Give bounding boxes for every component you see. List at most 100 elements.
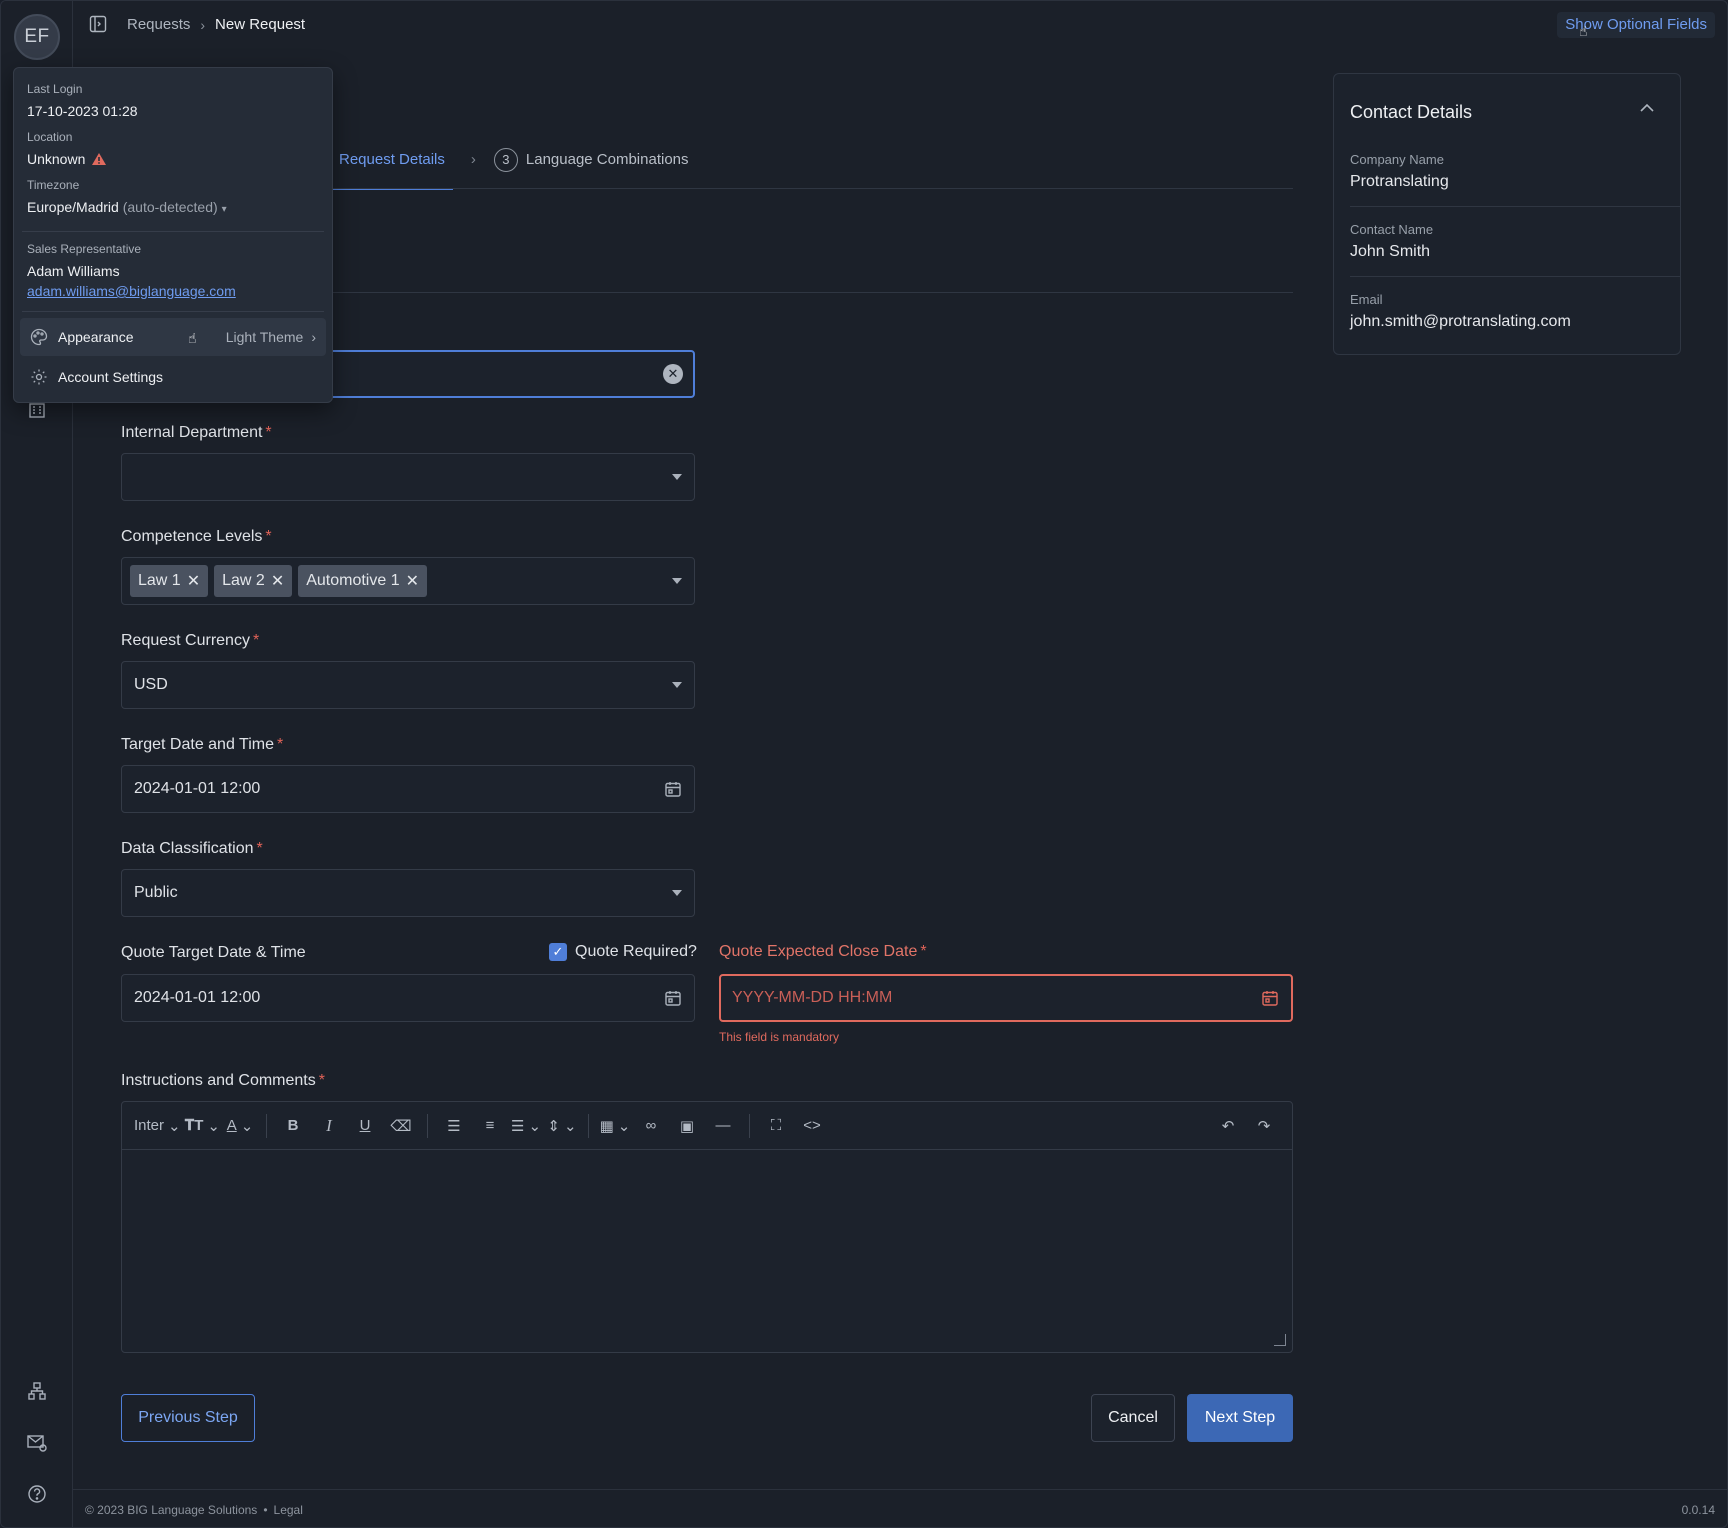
internal-department-select[interactable] (121, 453, 695, 501)
remove-tag-icon[interactable]: ✕ (187, 571, 200, 591)
tag-law-2: Law 2 ✕ (214, 565, 293, 597)
remove-tag-icon[interactable]: ✕ (406, 571, 419, 591)
remove-tag-icon[interactable]: ✕ (271, 571, 284, 591)
divider (1350, 206, 1680, 207)
align-icon[interactable]: ☰ ⌄ (510, 1111, 542, 1141)
request-currency-label: Request Currency * (121, 632, 260, 649)
image-icon[interactable]: ▣ (671, 1111, 703, 1141)
target-date-label: Target Date and Time * (121, 736, 284, 753)
italic-icon[interactable]: I (313, 1111, 345, 1141)
error-message: This field is mandatory (719, 1030, 840, 1044)
divider (22, 231, 324, 232)
step-language-combinations[interactable]: 3 Language Combinations (493, 147, 689, 172)
calendar-icon[interactable] (664, 780, 682, 798)
clear-icon[interactable]: ✕ (663, 364, 683, 384)
breadcrumb-requests[interactable]: Requests (127, 16, 190, 33)
calendar-icon[interactable] (664, 989, 682, 1007)
contact-details-card: Contact Details Company Name Protranslat… (1333, 73, 1681, 355)
sales-rep-label: Sales Representative (27, 242, 142, 256)
numbered-list-icon[interactable]: ≡ (474, 1111, 506, 1141)
chevron-down-icon: ⌄ (168, 1117, 181, 1135)
chevron-down-icon: ⌄ (207, 1117, 220, 1135)
redo-icon[interactable]: ↷ (1248, 1111, 1280, 1141)
bullet-list-icon[interactable]: ☰ (438, 1111, 470, 1141)
timezone-label: Timezone (27, 178, 80, 192)
previous-step-button[interactable]: Previous Step (121, 1394, 255, 1442)
eraser-icon[interactable]: ⌫ (385, 1111, 417, 1141)
internal-department-label: Internal Department * (121, 424, 272, 441)
legal-link[interactable]: Legal (274, 1503, 303, 1517)
email-row: Email john.smith@protranslating.com (1350, 292, 1571, 330)
quote-required-checkbox[interactable]: ✓ Quote Required? (549, 943, 697, 961)
chevron-right-icon: › (470, 151, 476, 168)
company-row: Company Name Protranslating (1350, 152, 1449, 190)
caret-down-icon: ▾ (221, 204, 227, 215)
step-request-details[interactable]: Request Details (331, 147, 453, 190)
line-height-icon[interactable]: ⇕ ⌄ (546, 1111, 578, 1141)
mail-settings-icon[interactable] (25, 1431, 49, 1455)
step-number: 3 (493, 147, 518, 172)
panel-toggle-icon[interactable] (89, 15, 107, 33)
next-step-button[interactable]: Next Step (1187, 1394, 1293, 1442)
help-icon[interactable] (25, 1482, 49, 1506)
caret-down-icon (672, 578, 682, 584)
divider (1350, 276, 1680, 277)
location-value: Unknown (27, 151, 107, 167)
resize-handle-icon[interactable] (1274, 1334, 1286, 1346)
chevron-down-icon: ⌄ (528, 1117, 542, 1135)
code-view-icon[interactable]: <> (796, 1111, 828, 1141)
focused-input[interactable]: ✕ (321, 350, 695, 398)
step-label: Language Combinations (525, 151, 689, 168)
tag-automotive-1: Automotive 1 ✕ (298, 565, 428, 597)
quote-close-label: Quote Expected Close Date * (719, 943, 927, 960)
horizontal-rule-icon[interactable]: — (707, 1111, 739, 1141)
chevron-down-icon: ⌄ (240, 1117, 254, 1135)
text-color-icon[interactable]: A ⌄ (224, 1111, 256, 1141)
table-icon[interactable]: ▦ ⌄ (599, 1111, 631, 1141)
rich-text-editor[interactable]: Inter ⌄ 𝐓T ⌄ A ⌄ B I U ⌫ ☰ ≡ ☰ ⌄ ⇕ ⌄ ▦ ⌄ ∞ ▣ —… (121, 1101, 1293, 1353)
target-date-input[interactable]: 2024-01-01 12:00 (121, 765, 695, 813)
location-label: Location (27, 130, 73, 144)
request-currency-select[interactable]: USD (121, 661, 695, 709)
link-icon[interactable]: ∞ (635, 1111, 667, 1141)
org-chart-icon[interactable] (25, 1379, 49, 1403)
fullscreen-icon[interactable]: ⛶ (760, 1111, 792, 1141)
underline-icon[interactable]: U (349, 1111, 381, 1141)
palette-icon (30, 328, 48, 346)
chevron-right-icon: › (311, 329, 316, 345)
quote-close-input[interactable]: YYYY-MM-DD HH:MM (719, 974, 1293, 1022)
editor-toolbar: Inter ⌄ 𝐓T ⌄ A ⌄ B I U ⌫ ☰ ≡ ☰ ⌄ ⇕ ⌄ ▦ ⌄ ∞ ▣ —… (122, 1102, 1292, 1150)
bold-icon[interactable]: B (277, 1111, 309, 1141)
last-login-label: Last Login (27, 82, 83, 96)
divider (22, 311, 324, 312)
font-size-icon[interactable]: 𝐓T ⌄ (185, 1111, 220, 1141)
pointer-cursor-icon: ☝ (188, 330, 197, 346)
cancel-button[interactable]: Cancel (1091, 1394, 1175, 1442)
avatar[interactable]: EF (14, 14, 60, 60)
sales-rep-email-link[interactable]: adam.williams@biglanguage.com (27, 283, 236, 299)
font-family-dropdown[interactable]: Inter ⌄ (134, 1111, 181, 1141)
footer-separator: • (263, 1502, 268, 1517)
appearance-menu-item[interactable]: Appearance Light Theme › (20, 318, 326, 356)
stepper: Request Details › 3 Language Combination… (331, 147, 689, 190)
chevron-up-icon[interactable] (1640, 100, 1654, 117)
toolbar-divider (266, 1113, 267, 1138)
warning-icon (91, 152, 107, 166)
breadcrumb: Requests › New Request (127, 16, 305, 33)
instructions-label: Instructions and Comments * (121, 1072, 325, 1089)
competence-levels-label: Competence Levels * (121, 528, 272, 545)
timezone-value[interactable]: Europe/Madrid (auto-detected) ▾ (27, 199, 227, 215)
version: 0.0.14 (1681, 1502, 1715, 1517)
calendar-icon[interactable] (1261, 989, 1279, 1007)
copyright: © 2023 BIG Language Solutions (85, 1502, 258, 1517)
competence-levels-select[interactable]: Law 1 ✕ Law 2 ✕ Automotive 1 ✕ (121, 557, 695, 605)
data-classification-select[interactable]: Public (121, 869, 695, 917)
account-settings-menu-item[interactable]: Account Settings (20, 358, 326, 396)
toolbar-divider (749, 1113, 750, 1138)
undo-icon[interactable]: ↶ (1212, 1111, 1244, 1141)
quote-target-input[interactable]: 2024-01-01 12:00 (121, 974, 695, 1022)
checkmark-icon: ✓ (549, 943, 567, 961)
chevron-right-icon: › (200, 16, 206, 33)
chevron-down-icon: ⌄ (564, 1117, 577, 1135)
stepper-divider (321, 188, 1293, 189)
